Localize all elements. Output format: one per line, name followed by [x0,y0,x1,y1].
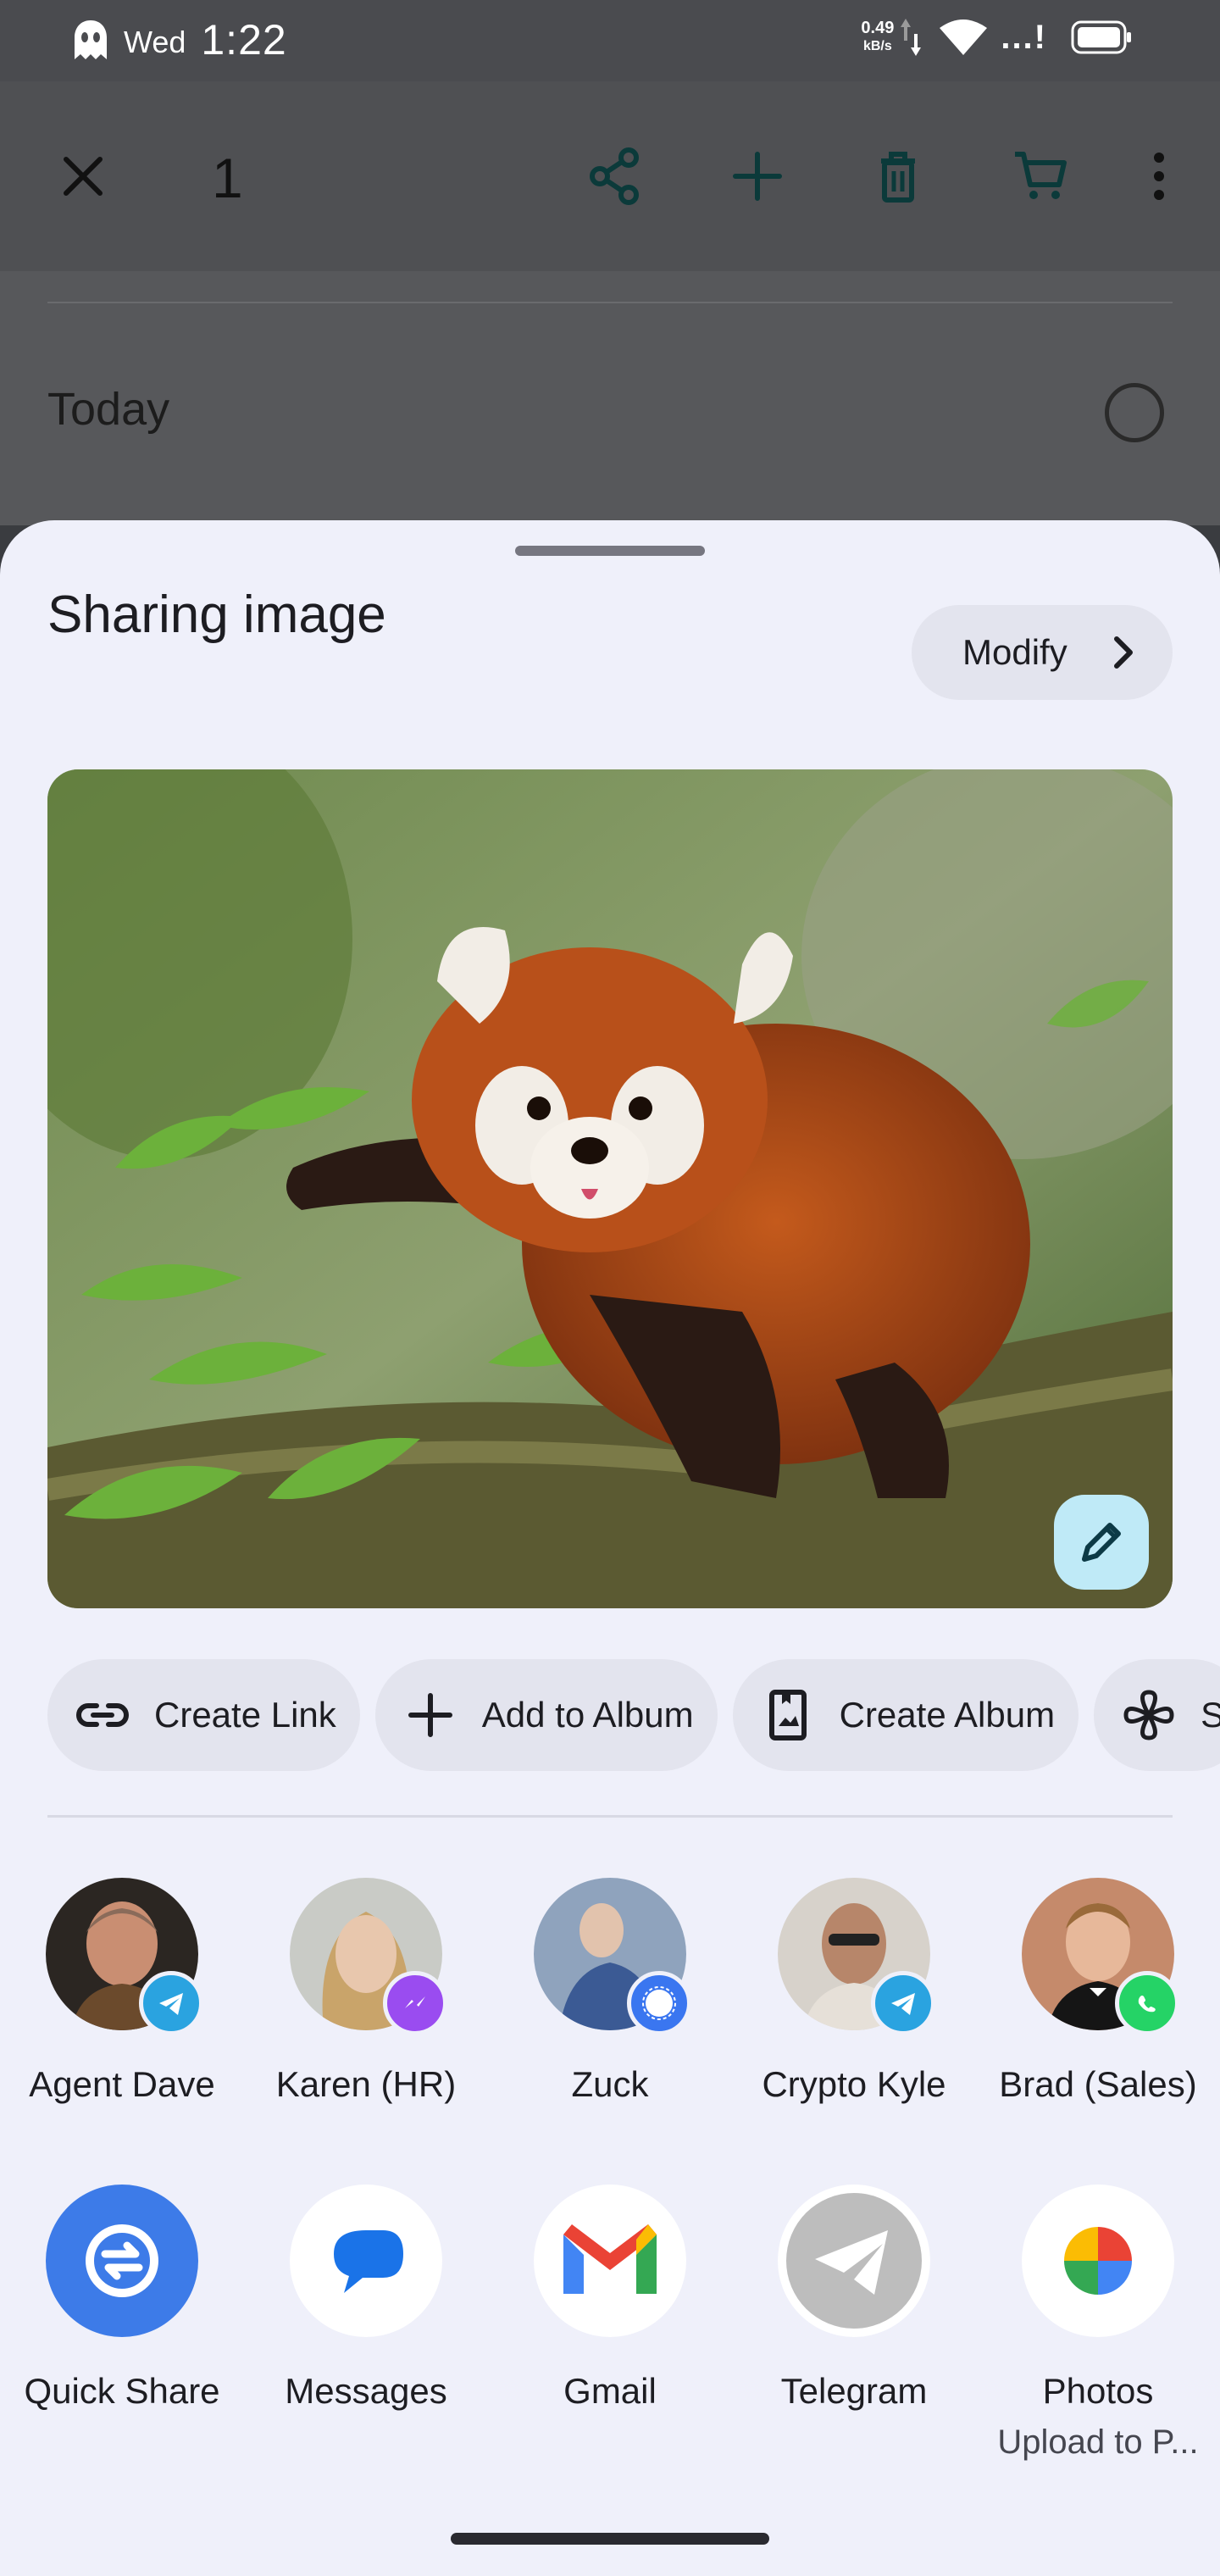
select-all-circle[interactable] [1105,383,1164,442]
app-name: Telegram [780,2371,928,2411]
contact-name: Karen (HR) [275,2064,457,2104]
status-bar: Wed 1:22 0.49 kB/s ...! [0,0,1220,81]
create-album-label: Create Album [839,1695,1056,1735]
app-photos[interactable]: Photos Upload to P... [976,2185,1220,2462]
ghost-icon [75,20,107,59]
cart-icon[interactable] [1010,146,1071,207]
net-rate-value: 0.49 [861,19,895,37]
selected-count: 1 [212,147,243,209]
add-to-album-chip[interactable]: Add to Album [374,1659,718,1771]
wifi-icon [940,19,988,55]
avatar [1022,1878,1179,2035]
contact-name: Crypto Kyle [762,2064,946,2104]
signal-indicator: ...! [1001,18,1047,56]
avatar [46,1878,203,2035]
more-action-chip[interactable]: S [1094,1659,1220,1771]
app-telegram[interactable]: Telegram [732,2185,976,2412]
section-divider [47,1815,1173,1818]
close-icon[interactable] [53,146,114,207]
app-name: Photos [1042,2371,1154,2411]
more-vert-icon[interactable] [1128,146,1190,207]
status-day: Wed [124,25,186,59]
action-chips: Create Link Add to Album Create Album S [47,1659,1220,1771]
whatsapp-badge-icon [1115,1971,1179,2035]
more-action-label: S [1201,1695,1220,1735]
contact-brad-sales[interactable]: Brad (Sales) [976,1878,1220,2105]
plus-icon [408,1693,452,1737]
contact-name: Agent Dave [29,2064,215,2104]
gesture-nav-bar[interactable] [451,2533,769,2545]
telegram-icon [778,2185,930,2337]
album-icon [768,1690,807,1740]
battery-icon [1071,20,1131,54]
modify-label: Modify [962,632,1068,672]
telegram-badge-icon [139,1971,203,2035]
create-link-chip[interactable]: Create Link [47,1659,360,1771]
create-album-chip[interactable]: Create Album [732,1659,1079,1771]
add-to-album-label: Add to Album [481,1695,694,1735]
avatar [534,1878,691,2035]
contact-crypto-kyle[interactable]: Crypto Kyle [732,1878,976,2105]
messenger-badge-icon [383,1971,447,2035]
messages-icon [290,2185,442,2337]
pinwheel-icon [1123,1690,1174,1740]
drag-handle[interactable] [515,546,705,556]
data-arrows-icon [901,19,922,56]
app-name: Gmail [563,2371,657,2411]
avatar [290,1878,447,2035]
avatar [778,1878,935,2035]
net-rate-unit: kB/s [862,39,892,53]
delete-icon[interactable] [868,146,929,207]
app-name: Messages [285,2371,447,2411]
edit-image-button[interactable] [1054,1495,1149,1590]
telegram-badge-icon [871,1971,935,2035]
modify-button[interactable]: Modify [912,605,1173,700]
chevron-right-icon [1114,636,1133,669]
add-icon[interactable] [727,146,788,207]
pencil-icon [1082,1523,1121,1562]
contact-karen-hr[interactable]: Karen (HR) [244,1878,488,2105]
contact-name: Zuck [571,2064,649,2104]
net-rate: 0.49 kB/s [861,19,894,56]
gallery-background [0,271,1220,525]
contact-agent-dave[interactable]: Agent Dave [0,1878,244,2105]
gmail-icon [534,2185,686,2337]
app-name: Quick Share [24,2371,220,2411]
app-gmail[interactable]: Gmail [488,2185,732,2412]
create-link-label: Create Link [154,1695,336,1735]
sheet-title: Sharing image [47,586,386,644]
background-divider [47,302,1173,303]
app-messages[interactable]: Messages [244,2185,488,2412]
contact-name: Brad (Sales) [999,2064,1197,2104]
app-quick-share[interactable]: Quick Share [0,2185,244,2412]
photos-icon [1022,2185,1174,2337]
app-subtitle: Upload to P... [997,2423,1199,2461]
selection-toolbar: 1 [0,81,1220,271]
contact-zuck[interactable]: Zuck [488,1878,732,2105]
signal-badge-icon [627,1971,691,2035]
link-icon [76,1703,129,1727]
image-preview [47,769,1173,1608]
share-icon[interactable] [585,146,646,207]
section-label-today: Today [47,384,170,435]
quick-share-icon [46,2185,198,2337]
red-panda-image [47,769,1173,1608]
share-sheet: Sharing image Modify Create Link Add to … [0,520,1220,2576]
status-time: 1:22 [201,16,287,64]
